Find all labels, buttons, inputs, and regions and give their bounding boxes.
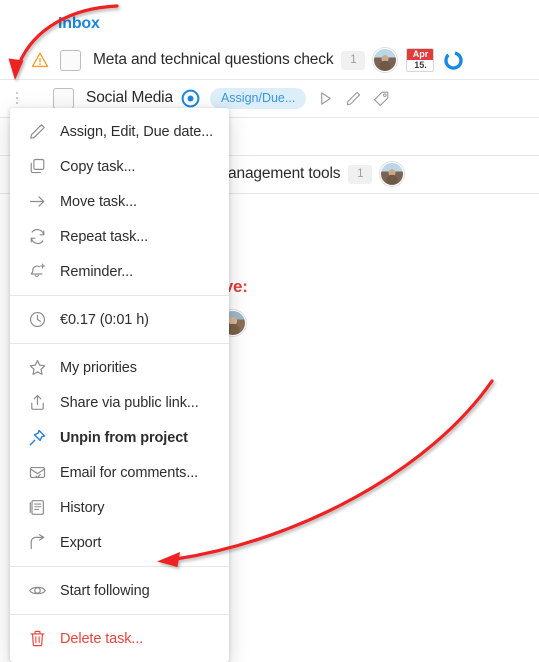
menu-item-copy-task[interactable]: Copy task...: [10, 149, 229, 184]
menu-item-start-following[interactable]: Start following: [10, 573, 229, 608]
task-title[interactable]: Meta and technical questions check: [93, 51, 334, 69]
envelope-check-icon: [28, 463, 47, 482]
comment-count-badge: 1: [341, 50, 366, 70]
task-title[interactable]: anagement tools: [228, 165, 341, 183]
menu-item-history[interactable]: History: [10, 490, 229, 525]
menu-divider: [10, 614, 229, 615]
due-date-day: 15.: [407, 60, 434, 71]
menu-divider: [10, 566, 229, 567]
warning-triangle-icon: [31, 52, 49, 68]
progress-ring-icon[interactable]: [443, 50, 464, 71]
menu-item-reminder[interactable]: Reminder...: [10, 254, 229, 289]
menu-item-label: €0.17 (0:01 h): [60, 311, 149, 328]
star-icon: [28, 358, 47, 377]
due-date-month: Apr: [407, 49, 434, 60]
menu-item-label: Unpin from project: [60, 429, 188, 446]
table-row[interactable]: Meta and technical questions check 1 Apr…: [0, 41, 539, 80]
menu-item-label: Move task...: [60, 193, 137, 210]
menu-item-time-cost[interactable]: €0.17 (0:01 h): [10, 302, 229, 337]
menu-divider: [10, 295, 229, 296]
assign-due-pill[interactable]: Assign/Due...: [209, 87, 307, 109]
radio-dot-icon[interactable]: [181, 89, 200, 108]
avatar[interactable]: [373, 48, 398, 72]
menu-item-export[interactable]: Export: [10, 525, 229, 560]
menu-item-unpin-from-project[interactable]: Unpin from project: [10, 420, 229, 455]
comment-count-badge: 1: [348, 164, 373, 184]
menu-item-label: Email for comments...: [60, 464, 199, 481]
trash-icon: [28, 629, 47, 648]
repeat-icon: [28, 227, 47, 246]
task-checkbox[interactable]: [60, 49, 81, 71]
task-checkbox[interactable]: [53, 87, 74, 109]
menu-item-label: Export: [60, 534, 102, 551]
menu-item-label: My priorities: [60, 359, 137, 376]
menu-item-label: History: [60, 499, 105, 516]
history-document-icon: [28, 498, 47, 517]
menu-item-label: Repeat task...: [60, 228, 149, 245]
pencil-icon[interactable]: [345, 90, 362, 107]
task-title[interactable]: Social Media: [86, 89, 173, 107]
pencil-icon: [28, 122, 47, 141]
menu-item-label: Share via public link...: [60, 394, 199, 411]
avatar[interactable]: [380, 162, 405, 186]
menu-item-assign-edit-due-date[interactable]: Assign, Edit, Due date...: [10, 114, 229, 149]
copy-icon: [28, 157, 47, 176]
tag-icon[interactable]: [373, 90, 390, 107]
arrow-right-icon: [28, 192, 47, 211]
due-date-badge[interactable]: Apr 15.: [406, 48, 435, 72]
menu-item-label: Copy task...: [60, 158, 136, 175]
menu-item-my-priorities[interactable]: My priorities: [10, 350, 229, 385]
share-upload-icon: [28, 393, 47, 412]
pin-icon: [28, 428, 47, 447]
drag-handle-icon[interactable]: [10, 91, 24, 105]
bell-plus-icon: [28, 262, 47, 281]
play-icon[interactable]: [317, 90, 334, 107]
export-arrow-icon: [28, 533, 47, 552]
inbox-header: Inbox: [58, 15, 100, 32]
menu-item-delete-task[interactable]: Delete task...: [10, 621, 229, 656]
clock-icon: [28, 310, 47, 329]
menu-item-email-for-comments[interactable]: Email for comments...: [10, 455, 229, 490]
menu-item-move-task[interactable]: Move task...: [10, 184, 229, 219]
menu-item-label: Delete task...: [60, 630, 144, 647]
menu-item-label: Assign, Edit, Due date...: [60, 123, 214, 140]
menu-item-label: Start following: [60, 582, 150, 599]
menu-item-share-via-public-link[interactable]: Share via public link...: [10, 385, 229, 420]
task-context-menu[interactable]: Assign, Edit, Due date... Copy task... M…: [10, 108, 229, 662]
eye-icon: [28, 581, 47, 600]
menu-item-repeat-task[interactable]: Repeat task...: [10, 219, 229, 254]
menu-item-label: Reminder...: [60, 263, 134, 280]
menu-divider: [10, 343, 229, 344]
